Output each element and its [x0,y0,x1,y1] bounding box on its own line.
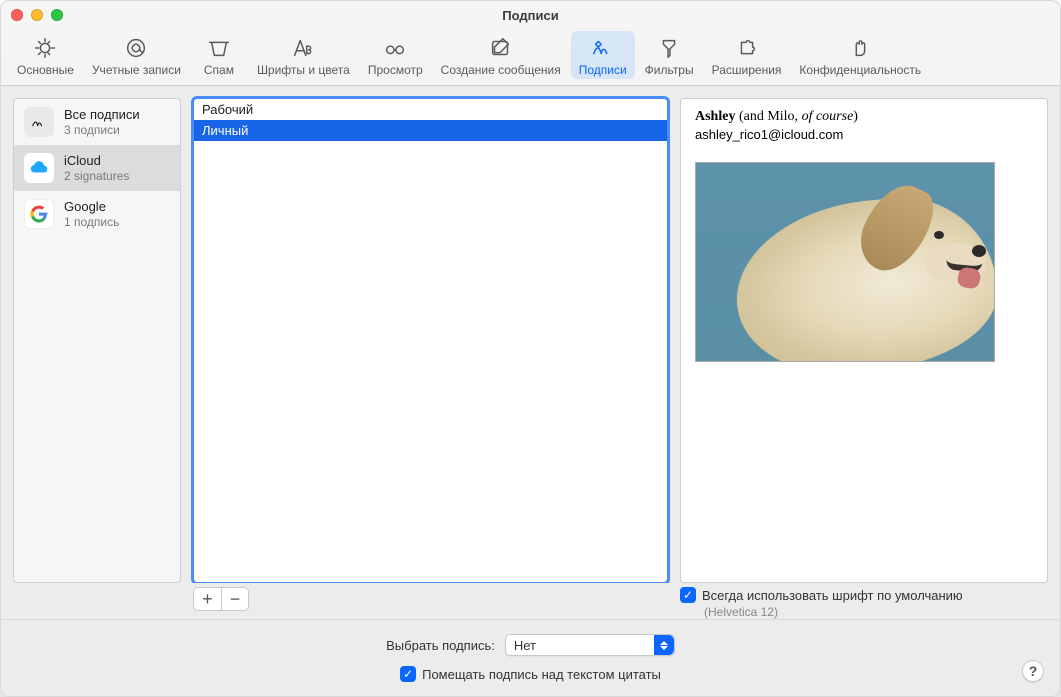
signature-paren-plain: (and Milo, [735,109,801,124]
signature-list[interactable]: Рабочий Личный [193,98,668,583]
tab-extensions[interactable]: Расширения [704,31,790,79]
filter-icon [654,35,684,61]
preferences-window: Подписи Основные Учетные записи Спам Шри… [0,0,1061,697]
account-text: Google 1 подпись [64,199,119,229]
account-row-icloud[interactable]: iCloud 2 signatures [14,145,180,191]
tab-label: Шрифты и цвета [257,63,350,77]
tab-privacy[interactable]: Конфиденциальность [791,31,929,79]
content-area: Все подписи 3 подписи iCloud 2 signature… [1,86,1060,583]
compose-icon [486,35,516,61]
tab-viewing[interactable]: Просмотр [360,31,431,79]
default-font-checkbox[interactable]: ✓ Всегда использовать шрифт по умолчанию [680,587,1048,603]
add-remove-group: + − [193,587,668,611]
checkbox-checked-icon: ✓ [400,666,416,682]
tab-label: Создание сообщения [441,63,561,77]
hand-icon [845,35,875,61]
tab-label: Фильтры [645,63,694,77]
signature-paren-close: ) [853,109,858,124]
footer: Выбрать подпись: Нет ✓ Помещать подпись … [1,619,1060,696]
account-count: 1 подпись [64,215,119,229]
at-icon [121,35,151,61]
account-name: Google [64,199,119,215]
default-font-name: (Helvetica 12) [680,605,1048,619]
signature-name-bold: Ashley [695,109,735,124]
tab-label: Основные [17,63,74,77]
tab-label: Спам [204,63,234,77]
choose-signature-row: Выбрать подпись: Нет [17,634,1044,656]
account-name: Все подписи [64,107,140,123]
tab-composing[interactable]: Создание сообщения [433,31,569,79]
select-arrows-icon [654,635,674,655]
account-row-google[interactable]: Google 1 подпись [14,191,180,237]
signature-preview[interactable]: Ashley (and Milo, of course) ashley_rico… [680,98,1048,583]
trash-icon [204,35,234,61]
signature-image [695,162,995,362]
default-font-label: Всегда использовать шрифт по умолчанию [702,588,963,603]
account-row-all[interactable]: Все подписи 3 подписи [14,99,180,145]
help-button[interactable]: ? [1022,660,1044,682]
account-text: iCloud 2 signatures [64,153,129,183]
place-above-checkbox[interactable]: ✓ Помещать подпись над текстом цитаты [400,666,661,682]
choose-signature-select[interactable]: Нет [505,634,675,656]
puzzle-icon [732,35,762,61]
account-text: Все подписи 3 подписи [64,107,140,137]
tab-general[interactable]: Основные [9,31,82,79]
account-list: Все подписи 3 подписи iCloud 2 signature… [13,98,181,583]
signature-paren-italic: of course [802,109,854,124]
add-signature-button[interactable]: + [193,587,221,611]
signature-item[interactable]: Личный [194,120,667,141]
account-name: iCloud [64,153,129,169]
signature-name-line: Ashley (and Milo, of course) [695,109,1033,125]
place-above-label: Помещать подпись над текстом цитаты [422,667,661,682]
tab-junk[interactable]: Спам [191,31,247,79]
signature-icon [24,107,54,137]
choose-signature-value: Нет [514,638,536,653]
help-icon: ? [1029,663,1038,679]
account-count: 2 signatures [64,169,129,183]
under-panes-row: + − ✓ Всегда использовать шрифт по умолч… [1,583,1060,619]
choose-signature-label: Выбрать подпись: [386,638,495,653]
signature-icon [588,35,618,61]
tab-fonts[interactable]: Шрифты и цвета [249,31,358,79]
account-count: 3 подписи [64,123,140,137]
remove-signature-button[interactable]: − [221,587,249,611]
google-icon [24,199,54,229]
tab-rules[interactable]: Фильтры [637,31,702,79]
window-title: Подписи [1,8,1060,23]
minus-icon: − [230,589,241,610]
glasses-icon [380,35,410,61]
tab-label: Конфиденциальность [799,63,921,77]
tab-label: Подписи [579,63,627,77]
preferences-toolbar: Основные Учетные записи Спам Шрифты и цв… [1,29,1060,86]
tab-signatures[interactable]: Подписи [571,31,635,79]
tab-accounts[interactable]: Учетные записи [84,31,189,79]
gear-icon [30,35,60,61]
place-above-row: ✓ Помещать подпись над текстом цитаты [17,666,1044,682]
tab-label: Расширения [712,63,782,77]
default-font-group: ✓ Всегда использовать шрифт по умолчанию… [680,587,1048,619]
tab-label: Просмотр [368,63,423,77]
signature-item[interactable]: Рабочий [194,99,667,120]
icloud-icon [24,153,54,183]
signature-email: ashley_rico1@icloud.com [695,127,1033,142]
plus-icon: + [202,589,213,610]
checkbox-checked-icon: ✓ [680,587,696,603]
fonts-icon [288,35,318,61]
titlebar: Подписи [1,1,1060,29]
tab-label: Учетные записи [92,63,181,77]
